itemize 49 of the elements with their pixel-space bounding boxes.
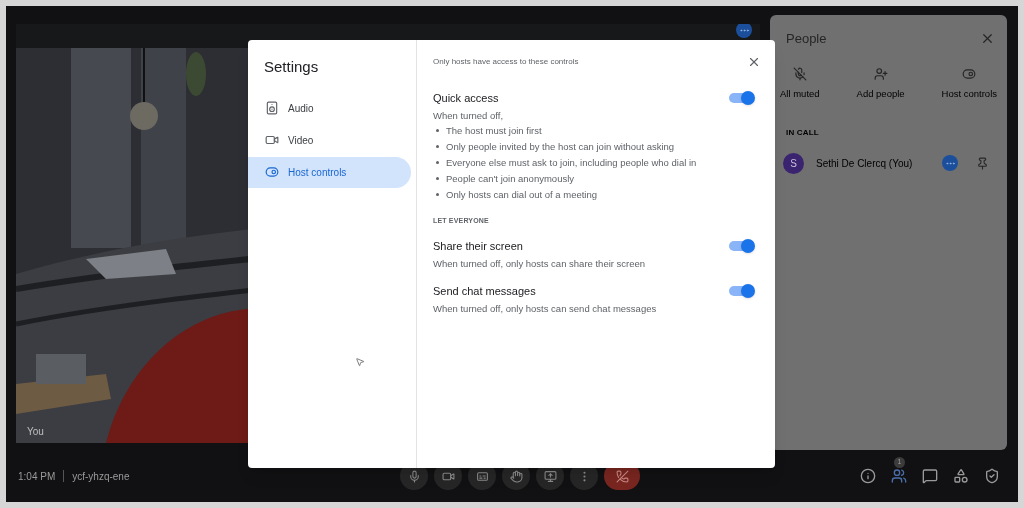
meeting-time: 1:04 PM [18, 469, 56, 484]
settings-tab[interactable]: Host controls [248, 156, 411, 188]
more-options-icon[interactable] [736, 24, 752, 38]
setting-description: When turned off, only hosts can send chat messages [433, 301, 657, 316]
bullet-text: Everyone else must ask to join, including people who dial in [446, 155, 697, 170]
info-icon[interactable] [860, 468, 876, 484]
hosts-note: Only hosts have access to these controls [433, 56, 579, 68]
hand-icon [509, 469, 523, 483]
avatar: S [783, 152, 804, 174]
mouse-pointer-icon [355, 356, 365, 367]
toggle-switch[interactable] [729, 283, 755, 299]
setting-title: Share their screen [433, 239, 524, 255]
settings-tab[interactable]: Video [248, 124, 411, 156]
setting-title: Send chat messages [433, 284, 537, 299]
toggle-switch[interactable] [729, 238, 755, 255]
toggle-switch[interactable] [729, 90, 755, 106]
setting-description: When turned off, only hosts can share their screen [433, 256, 646, 271]
toggle-icon [962, 66, 977, 81]
meeting-code: ycf-yhzq-ene [72, 469, 130, 484]
self-label: You [27, 425, 44, 439]
shield-icon[interactable] [984, 468, 1000, 484]
camera-icon [265, 133, 279, 147]
panel-action[interactable]: Host controls [939, 66, 999, 101]
participant-name: Sethi De Clercq (You) [816, 156, 914, 171]
panel-action[interactable]: Add people [854, 66, 907, 101]
setting-description: When turned off, [433, 108, 505, 123]
settings-tab[interactable]: Audio [248, 92, 411, 124]
speaker-icon [265, 101, 279, 115]
people-icon[interactable] [891, 468, 907, 484]
setting-title: Quick access [433, 91, 500, 106]
section-label: IN CALL [786, 126, 820, 139]
pin-icon[interactable] [976, 156, 989, 170]
dialog-title: Settings [264, 57, 320, 77]
mic-off-icon [792, 66, 807, 81]
panel-action[interactable]: All muted [778, 66, 822, 101]
present-screen-icon [543, 469, 557, 483]
chat-icon[interactable] [922, 468, 938, 484]
microphone-icon [407, 469, 421, 483]
bullet-text: The host must join first [446, 123, 542, 138]
shapes-icon[interactable] [953, 468, 969, 484]
phone-off-icon [615, 469, 629, 483]
bullet-text: Only people invited by the host can join without asking [446, 139, 675, 154]
bullet-text: Only hosts can dial out of a meeting [446, 187, 598, 202]
add-person-icon [873, 66, 888, 81]
close-icon[interactable] [747, 55, 761, 69]
panel-title: People [786, 30, 827, 48]
toggle-icon [265, 165, 279, 179]
captions-icon [475, 469, 489, 483]
bullet-text: People can't join anonymously [446, 171, 575, 186]
